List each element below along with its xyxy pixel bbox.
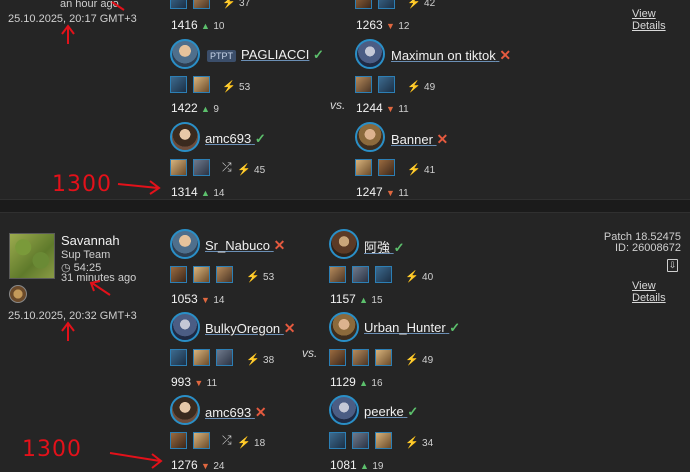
civ-icon (329, 266, 346, 283)
cross-icon: ✕ (254, 404, 267, 420)
player-name-amc693[interactable]: amc693 ✓ (205, 131, 266, 147)
civ-icon (355, 76, 372, 93)
bolt-stat: ⚡ 42 (407, 0, 436, 9)
civ-icon (193, 266, 210, 283)
civ-icon (193, 432, 210, 449)
player-name-banner[interactable]: Banner ✕ (391, 131, 448, 148)
player-avatar[interactable] (170, 312, 200, 342)
cross-icon: ✕ (283, 320, 296, 336)
civ-icon (378, 0, 395, 9)
player-rating: 1053 ▼ 14 (171, 292, 225, 306)
civ-icon (170, 266, 187, 283)
player-avatar[interactable] (355, 39, 385, 69)
match-card-1: an hour ago 25.10.2025, 20:17 GMT+3 View… (0, 0, 690, 199)
civ-icon (352, 432, 369, 449)
civ-icon (355, 0, 372, 9)
vs-label: vs. (330, 98, 346, 112)
player-name-bulkyoregon[interactable]: BulkyOregon ✕ (205, 320, 296, 337)
player-avatar[interactable] (170, 39, 200, 69)
civ-icon (329, 432, 346, 449)
civ-icon (329, 349, 346, 366)
check-icon: ✓ (254, 131, 266, 146)
player-rating: 993 ▼ 11 (171, 375, 218, 389)
civ-icon (170, 76, 187, 93)
random-icon: ⤮ (222, 433, 232, 447)
bolt-stat: ⚡ 18 (237, 437, 266, 449)
player-name-pagliacci[interactable]: PTPT PAGLIACCI ✓ (207, 47, 324, 63)
check-icon: ✓ (313, 47, 324, 62)
player-rating: 1157 ▲ 15 (330, 292, 383, 306)
civ-icon (193, 349, 210, 366)
vs-label: vs. (302, 346, 318, 360)
bolt-stat: ⚡ 40 (405, 271, 434, 283)
player-rating: 1422 ▲ 9 (171, 101, 219, 115)
player-rating: 1244 ▼ 11 (356, 101, 409, 115)
bolt-stat: ⚡ 53 (246, 271, 275, 283)
civ-icon (170, 349, 187, 366)
annotation-1300: 1300 (52, 172, 112, 197)
player-avatar[interactable] (170, 122, 200, 152)
match-separator (0, 199, 690, 213)
bolt-stat: ⚡ 38 (246, 354, 275, 366)
player-avatar[interactable] (329, 229, 359, 259)
annotation-1300: 1300 (22, 437, 82, 462)
civ-icon (170, 159, 187, 176)
civ-icon (375, 432, 392, 449)
bolt-stat: ⚡ 49 (405, 354, 434, 366)
bolt-stat: ⚡ 34 (405, 437, 434, 449)
player-rating: 1263 ▼ 12 (356, 18, 410, 32)
check-icon: ✓ (393, 240, 405, 255)
civ-icon (375, 266, 392, 283)
civ-icon (352, 349, 369, 366)
player-rating: 1416 ▲ 10 (171, 18, 225, 32)
civ-icon (193, 159, 210, 176)
player-avatar[interactable] (170, 229, 200, 259)
bolt-stat: ⚡ 45 (237, 164, 266, 176)
bolt-stat: ⚡ 41 (407, 164, 436, 176)
bolt-stat: ⚡ 49 (407, 81, 436, 93)
check-icon: ✓ (449, 320, 461, 335)
player-avatar[interactable] (170, 395, 200, 425)
bolt-stat: ⚡ 53 (222, 81, 251, 93)
bolt-stat: ⚡ 37 (222, 0, 251, 9)
player-rating: 1247 ▼ 11 (356, 185, 409, 199)
civ-icon (378, 76, 395, 93)
cross-icon: ✕ (436, 131, 449, 147)
player-rating: 1314 ▲ 14 (171, 185, 225, 199)
player-name-sr-nabuco[interactable]: Sr_Nabuco ✕ (205, 237, 285, 254)
country-tag: PTPT (207, 49, 237, 62)
random-icon: ⤮ (222, 160, 232, 174)
civ-icon (216, 266, 233, 283)
player-name-amc693[interactable]: amc693 ✕ (205, 404, 267, 421)
player-avatar[interactable] (329, 312, 359, 342)
player-name-peerke[interactable]: peerke ✓ (364, 404, 418, 420)
cross-icon: ✕ (499, 47, 512, 63)
player-avatar[interactable] (355, 122, 385, 152)
match-card-2: Savannah Sup Team ◷ 54:25 31 minutes ago… (0, 213, 690, 472)
player-name-maximun[interactable]: Maximun on tiktok ✕ (391, 47, 511, 64)
player-avatar[interactable] (329, 395, 359, 425)
civ-icon (375, 349, 392, 366)
civ-icon (193, 76, 210, 93)
civ-icon (193, 0, 210, 9)
civ-icon (216, 349, 233, 366)
player-rating: 1129 ▲ 16 (330, 375, 383, 389)
check-icon: ✓ (407, 404, 419, 419)
cross-icon: ✕ (273, 237, 286, 253)
civ-icon (378, 159, 395, 176)
civ-icon (355, 159, 372, 176)
player-rating: 1276 ▼ 24 (171, 458, 225, 472)
civ-icon (170, 0, 187, 9)
player-rating: 1081 ▲ 19 (330, 458, 384, 472)
player-name-urban-hunter[interactable]: Urban_Hunter ✓ (364, 320, 460, 336)
civ-icon (352, 266, 369, 283)
civ-icon (170, 432, 187, 449)
player-name-a-qiang[interactable]: 阿強 ✓ (364, 237, 405, 256)
